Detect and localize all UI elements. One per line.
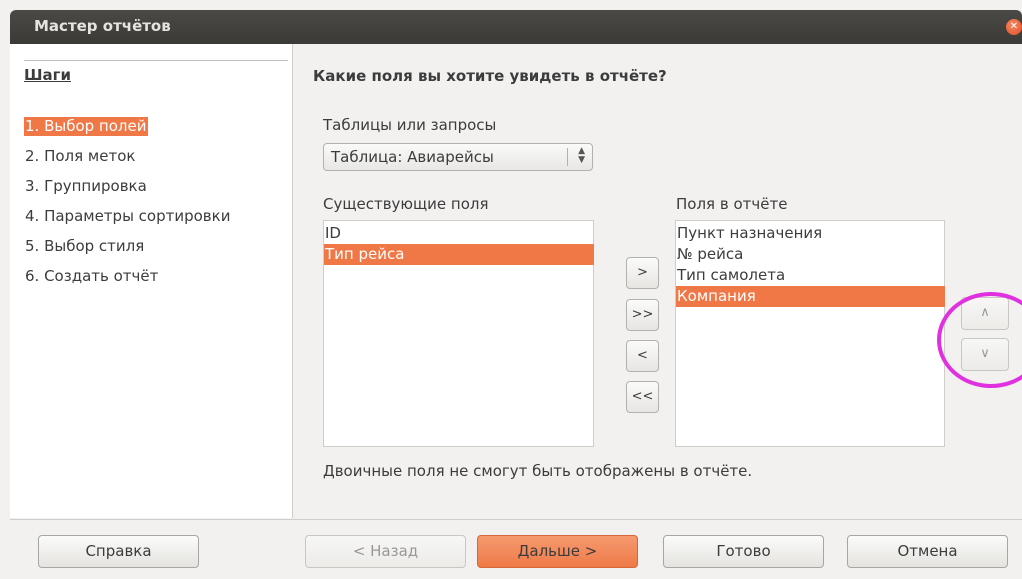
steps-header: Шаги (24, 66, 71, 84)
tables-label: Таблицы или запросы (323, 116, 497, 134)
step-select-fields[interactable]: 1. Выбор полей (24, 117, 149, 136)
list-item[interactable]: Пункт назначения (676, 223, 945, 244)
report-fields-list[interactable]: Пункт назначения № рейса Тип самолета Ко… (675, 220, 945, 447)
close-icon[interactable]: ✕ (1006, 19, 1022, 35)
list-item[interactable]: Компания (676, 286, 945, 307)
step-sort-options[interactable]: 4. Параметры сортировки (24, 207, 232, 226)
existing-fields-label: Существующие поля (323, 195, 489, 213)
list-item[interactable]: ID (324, 223, 594, 244)
steps-divider (24, 60, 288, 61)
combo-divider (567, 148, 568, 166)
window-title: Мастер отчётов (34, 17, 171, 35)
binary-fields-note: Двоичные поля не смогут быть отображены … (323, 462, 753, 480)
title-bar: Мастер отчётов ✕ (10, 10, 1022, 44)
table-select-value: Таблица: Авиарейсы (331, 148, 494, 166)
list-item[interactable]: № рейса (676, 244, 945, 265)
back-button[interactable]: < Назад (305, 535, 466, 568)
updown-arrows-icon: ▲ ▼ (578, 146, 585, 165)
panel-separator (292, 44, 293, 518)
footer-separator (10, 519, 1022, 520)
report-fields-label: Поля в отчёте (676, 195, 788, 213)
add-field-button[interactable]: > (626, 257, 659, 289)
cancel-button[interactable]: Отмена (847, 535, 1008, 568)
remove-all-fields-button[interactable]: << (626, 381, 659, 413)
finish-button[interactable]: Готово (663, 535, 824, 568)
existing-fields-list[interactable]: ID Тип рейса (323, 220, 594, 447)
step-label-fields[interactable]: 2. Поля меток (24, 147, 137, 166)
page-title: Какие поля вы хотите увидеть в отчёте? (313, 67, 667, 85)
table-select[interactable]: Таблица: Авиарейсы ▲ ▼ (323, 143, 593, 171)
step-create-report[interactable]: 6. Создать отчёт (24, 267, 160, 286)
list-item[interactable]: Тип рейса (324, 244, 594, 265)
add-all-fields-button[interactable]: >> (626, 299, 659, 331)
list-item[interactable]: Тип самолета (676, 265, 945, 286)
remove-field-button[interactable]: < (626, 340, 659, 372)
step-grouping[interactable]: 3. Группировка (24, 177, 149, 196)
step-choose-style[interactable]: 5. Выбор стиля (24, 237, 146, 256)
help-button[interactable]: Справка (38, 535, 199, 568)
next-button[interactable]: Дальше > (477, 535, 638, 568)
